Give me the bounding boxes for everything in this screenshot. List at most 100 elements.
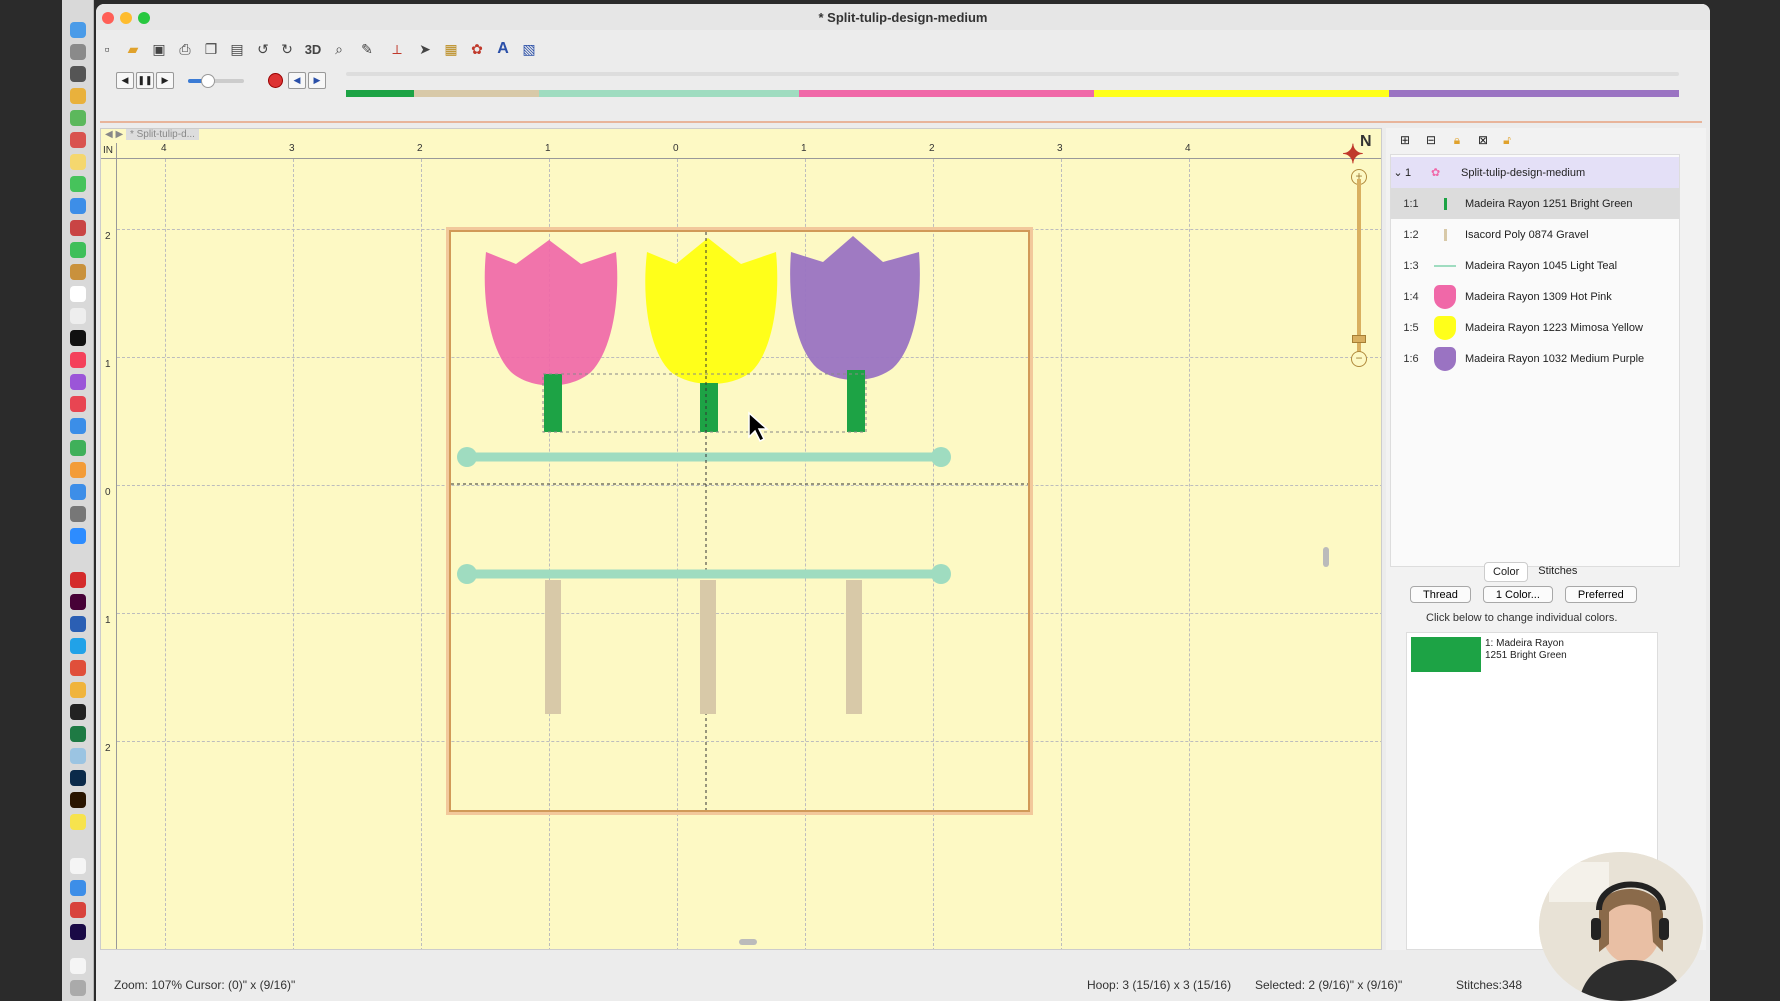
app-store-icon[interactable]	[70, 484, 86, 500]
stitch-progress-track[interactable]	[346, 72, 1679, 76]
books-icon[interactable]	[70, 264, 86, 280]
calculator-icon[interactable]	[70, 66, 86, 82]
mail-icon[interactable]	[70, 198, 86, 214]
play-next-button[interactable]: ▶	[156, 72, 174, 89]
speed-slider[interactable]	[188, 74, 244, 88]
illustrator-icon[interactable]	[70, 792, 86, 808]
maps-icon[interactable]	[70, 110, 86, 126]
speed-slider-knob[interactable]	[200, 74, 215, 88]
layer-row[interactable]: 1:1 Madeira Rayon 1251 Bright Green	[1391, 188, 1679, 219]
horizontal-scrollbar[interactable]	[739, 939, 757, 945]
layer-row[interactable]: 1:6 Madeira Rayon 1032 Medium Purple	[1391, 343, 1679, 374]
step-back-button[interactable]: ◀	[288, 72, 306, 89]
design-canvas[interactable]: ◀ ▶ * Split-tulip-d... IN 4 3 2 1 0 1 2 …	[100, 128, 1382, 950]
acrobat-icon[interactable]	[70, 572, 86, 588]
color-sequence-strip	[346, 90, 1679, 97]
rotate-right-icon[interactable]: ↻	[276, 38, 298, 60]
layer-row[interactable]: 1:3 Madeira Rayon 1045 Light Teal	[1391, 250, 1679, 281]
zoom-slider[interactable]	[1357, 179, 1361, 359]
word-icon[interactable]	[70, 616, 86, 632]
print-icon[interactable]: ⎙	[174, 38, 196, 60]
dreamweaver-icon[interactable]	[70, 594, 86, 610]
measure-icon[interactable]: ✎	[356, 38, 378, 60]
layer-row[interactable]: 1:5 Madeira Rayon 1223 Mimosa Yellow	[1391, 312, 1679, 343]
open-icon[interactable]: ▰	[122, 38, 144, 60]
document-icon[interactable]	[70, 958, 86, 974]
launchpad-icon[interactable]	[70, 44, 86, 60]
textedit-icon[interactable]	[70, 858, 86, 874]
export-icon[interactable]: ▧	[518, 38, 540, 60]
layer-row[interactable]: 1:4 Madeira Rayon 1309 Hot Pink	[1391, 281, 1679, 312]
copy-icon[interactable]: ❐	[200, 38, 222, 60]
pause-button[interactable]: ❚❚	[136, 72, 154, 89]
github-icon[interactable]	[70, 704, 86, 720]
finder-icon[interactable]	[70, 22, 86, 38]
layer-num: 1:1	[1403, 197, 1419, 210]
calendar-icon[interactable]	[70, 286, 86, 302]
embroidery-icon[interactable]	[70, 682, 86, 698]
record-icon[interactable]	[70, 902, 86, 918]
zoom-out-button[interactable]: −	[1351, 351, 1367, 367]
thread-button[interactable]: Thread	[1410, 586, 1471, 603]
text-A-icon[interactable]: A	[492, 38, 514, 60]
facetime-icon[interactable]	[70, 242, 86, 258]
paste-icon[interactable]: ▤	[226, 38, 248, 60]
reminders-icon[interactable]	[70, 308, 86, 324]
tab-nav-left-icon[interactable]: ◀ ▶	[105, 129, 126, 140]
news-icon[interactable]	[70, 396, 86, 412]
new-icon[interactable]: ▫	[96, 38, 118, 60]
safari-blue-icon[interactable]	[70, 880, 86, 896]
numbers-icon[interactable]	[70, 440, 86, 456]
select-arrow-icon[interactable]: ➤	[414, 38, 436, 60]
notes-icon[interactable]	[70, 154, 86, 170]
skype-icon[interactable]	[70, 638, 86, 654]
zoom-slider-knob[interactable]	[1352, 335, 1366, 343]
music-icon[interactable]	[70, 352, 86, 368]
rotate-left-icon[interactable]: ↺	[252, 38, 274, 60]
keynote-icon[interactable]	[70, 418, 86, 434]
system-settings-icon[interactable]	[70, 506, 86, 522]
premiere-icon[interactable]	[70, 924, 86, 940]
play-prev-button[interactable]: ◀	[116, 72, 134, 89]
lock-icon[interactable]: 🔒︎	[1448, 133, 1466, 149]
safari-icon[interactable]	[70, 660, 86, 676]
pages-icon[interactable]	[70, 462, 86, 478]
unlock-icon[interactable]: 🔓︎	[1498, 133, 1516, 149]
ungroup-icon[interactable]: ⊞	[1396, 133, 1414, 149]
one-color-button[interactable]: 1 Color...	[1482, 586, 1553, 603]
tab-stitches[interactable]: Stitches	[1530, 562, 1585, 582]
selected-color-swatch[interactable]	[1411, 637, 1481, 672]
strip-gravel	[414, 90, 539, 97]
network-icon[interactable]	[70, 748, 86, 764]
layer-design-row[interactable]: ⌄ 1 ✿ Split-tulip-design-medium	[1391, 157, 1679, 188]
group-icon[interactable]: ⊟	[1422, 133, 1440, 149]
podcasts-icon[interactable]	[70, 374, 86, 390]
trash-icon[interactable]	[70, 980, 86, 996]
preferred-button[interactable]: Preferred	[1564, 586, 1637, 603]
step-forward-button[interactable]: ▶	[308, 72, 326, 89]
chrome-icon[interactable]	[70, 88, 86, 104]
magnify-icon[interactable]: ⌕	[328, 38, 350, 60]
tulip-design[interactable]	[451, 232, 1028, 810]
title-bar: * Split-tulip-design-medium	[96, 4, 1710, 30]
stop-record-button[interactable]	[268, 73, 283, 88]
photos-icon[interactable]	[70, 132, 86, 148]
3d-icon[interactable]: 3D	[302, 38, 324, 60]
mask-icon[interactable]: ✿	[466, 38, 488, 60]
messages-icon[interactable]	[70, 176, 86, 192]
sticky-icon[interactable]	[70, 814, 86, 830]
zoom-icon[interactable]	[70, 528, 86, 544]
split-icon[interactable]: ⟂	[386, 38, 408, 60]
photo-booth-icon[interactable]	[70, 220, 86, 236]
vertical-scrollbar[interactable]	[1323, 547, 1329, 567]
disclosure-chevron-icon[interactable]: ⌄	[1391, 166, 1405, 179]
tab-color[interactable]: Color	[1484, 562, 1529, 582]
layer-row[interactable]: 1:2 Isacord Poly 0874 Gravel	[1391, 219, 1679, 250]
layer-num: 1:3	[1403, 259, 1419, 272]
delete-icon[interactable]: ⊠	[1474, 133, 1492, 149]
photoshop-icon[interactable]	[70, 770, 86, 786]
apple-tv-icon[interactable]	[70, 330, 86, 346]
excel-icon[interactable]	[70, 726, 86, 742]
save-icon[interactable]: ▣	[148, 38, 170, 60]
block-icon[interactable]: ▦	[440, 38, 462, 60]
